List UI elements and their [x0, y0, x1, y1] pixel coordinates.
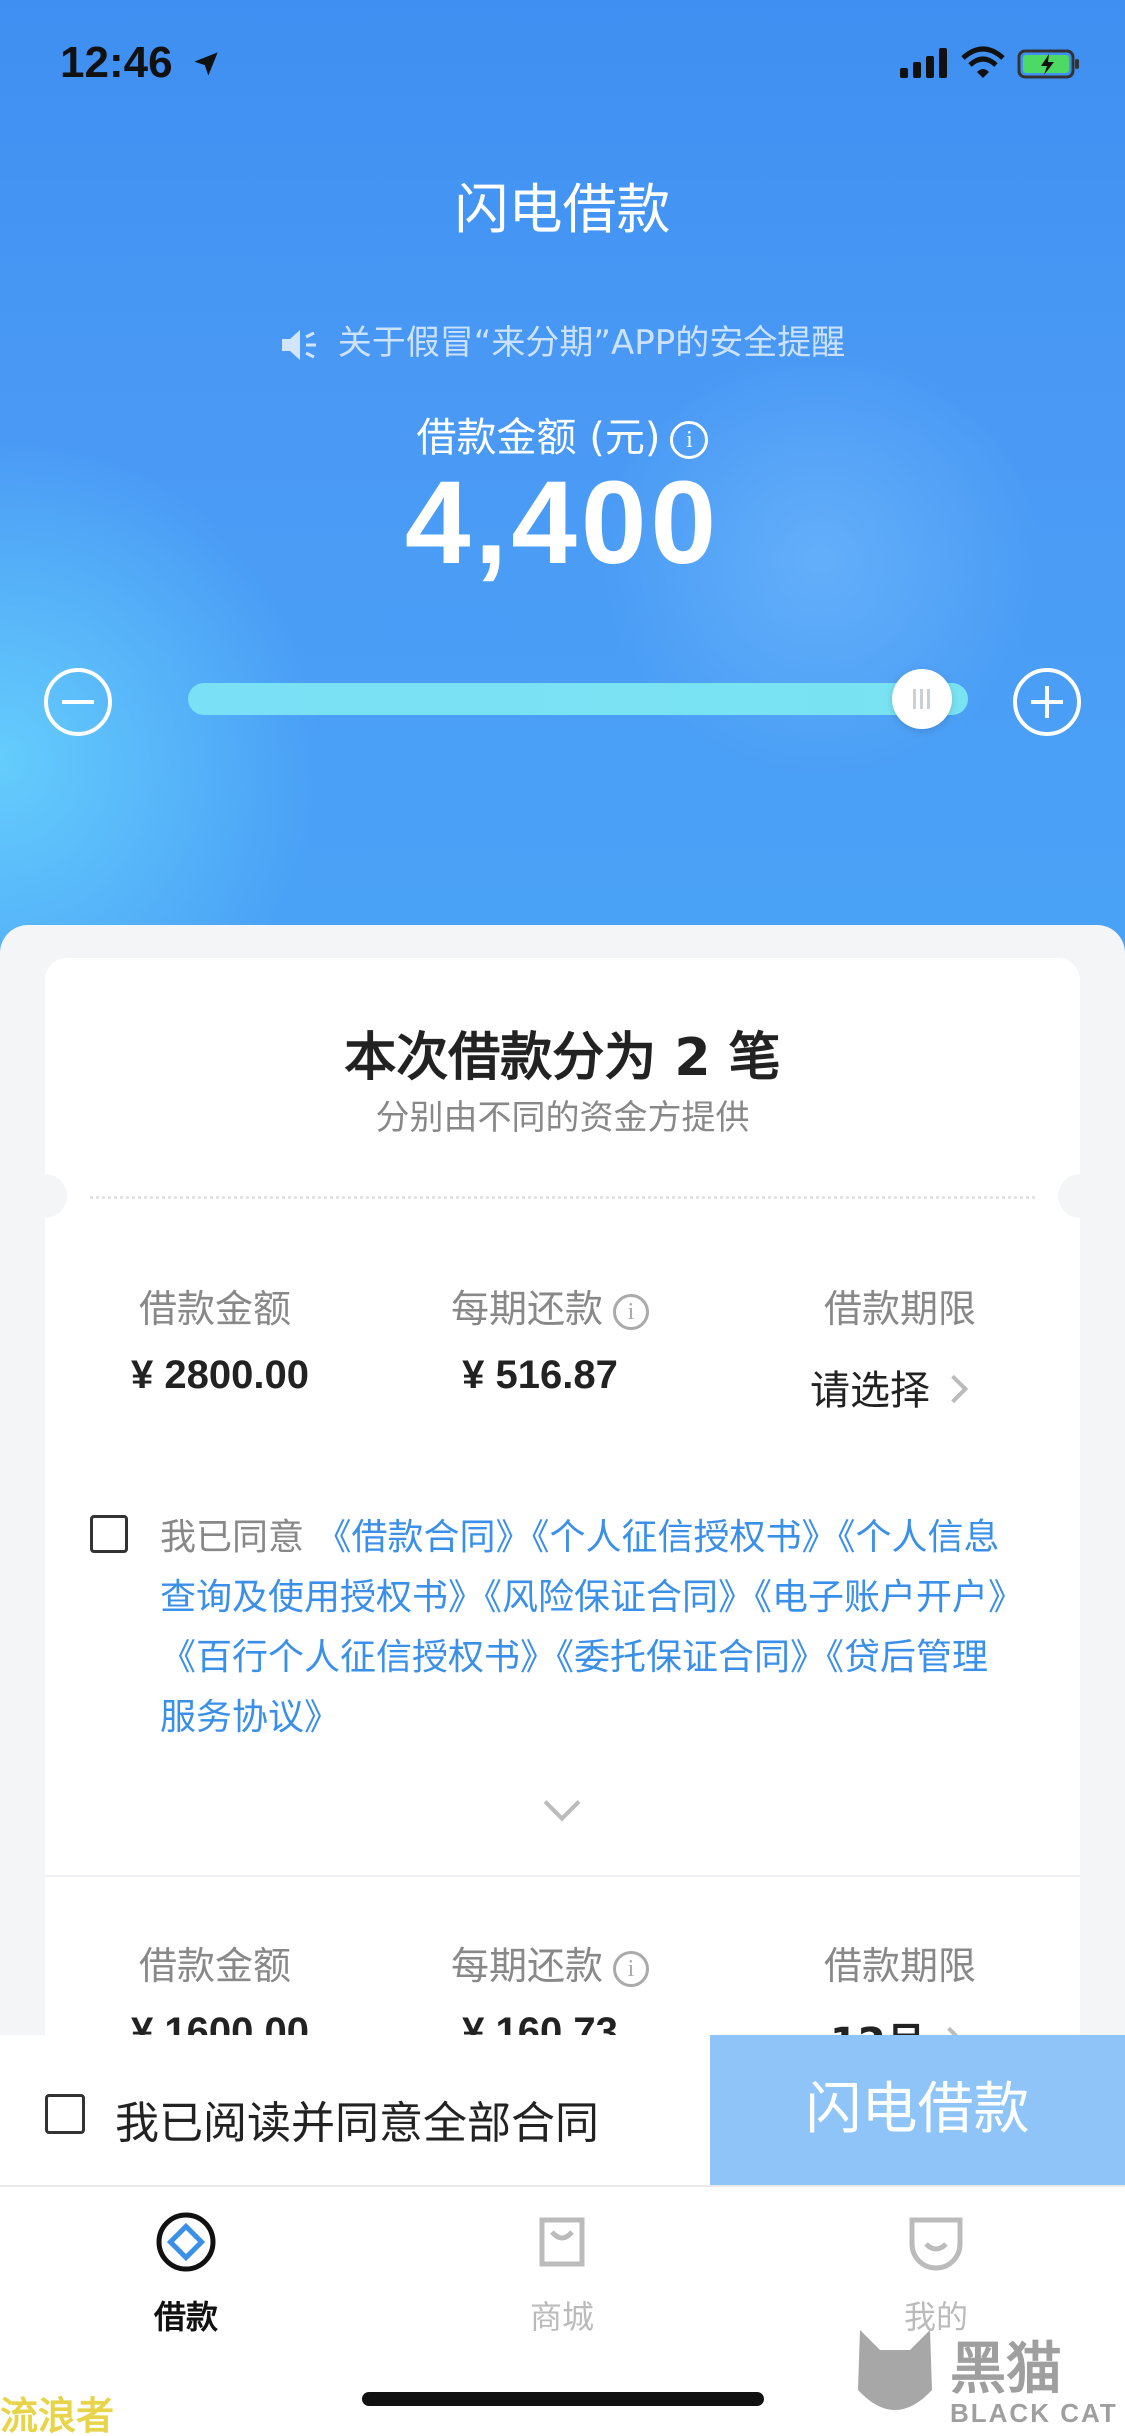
tab-loan[interactable]: 借款	[86, 2210, 286, 2338]
dashed-divider	[90, 1196, 1035, 1199]
loan2-term-label: 借款期限	[823, 1944, 976, 1988]
wifi-icon	[961, 46, 1005, 78]
term-select-label: 请选择	[810, 1368, 930, 1414]
notice-text: 关于假冒“来分期”APP的安全提醒	[337, 323, 846, 363]
card-notch-left	[23, 1174, 67, 1218]
increase-amount-button[interactable]	[1013, 668, 1081, 736]
agree-all-checkbox[interactable]	[45, 2094, 85, 2134]
cat-logo-icon	[858, 2330, 932, 2410]
tab-profile[interactable]: 我的	[836, 2210, 1036, 2338]
split-subtitle: 分别由不同的资金方提供	[375, 1098, 750, 1138]
speaker-icon	[281, 329, 316, 360]
location-arrow-icon	[194, 52, 218, 76]
info-icon[interactable]: i	[670, 421, 709, 459]
loan-amount: 4,400	[404, 457, 721, 589]
tab-shop[interactable]: 商城	[462, 2210, 662, 2338]
watermark-left: 流浪者	[0, 2394, 115, 2436]
loan-icon	[156, 2212, 216, 2272]
loan1-agree-checkbox[interactable]	[90, 1515, 128, 1553]
loan1-amount-value: ¥ 2800.00	[131, 1353, 309, 1397]
submit-loan-button[interactable]: 闪电借款	[710, 2035, 1125, 2185]
loan1-amount-label: 借款金额	[138, 1287, 291, 1331]
loan1-installment-label: 每期还款	[450, 1287, 603, 1331]
card-notch-right	[1058, 1174, 1102, 1218]
profile-icon	[909, 2217, 963, 2271]
split-title: 本次借款分为 2 笔	[344, 1028, 781, 1088]
agree-all-label[interactable]: 我已阅读并同意全部合同	[115, 2087, 599, 2151]
status-time: 12:46	[60, 38, 173, 87]
card-separator	[45, 1875, 1080, 1877]
agree-prefix: 我已同意	[160, 1517, 305, 1558]
info-icon[interactable]: i	[613, 1950, 649, 1987]
loan1-term-select[interactable]: 请选择	[810, 1358, 969, 1416]
tab-shop-label: 商城	[529, 2298, 594, 2336]
loan1-agreement-text: 我已同意 《借款合同》《个人征信授权书》《个人信息查询及使用授权书》《风险保证合…	[160, 1508, 1010, 1748]
tab-loan-label: 借款	[153, 2298, 218, 2336]
home-indicator	[362, 2392, 764, 2406]
loan2-installment-label: 每期还款	[450, 1944, 603, 1988]
blackcat-watermark: 黑猫 BLACK CAT	[850, 2320, 1120, 2430]
watermark-right-en: BLACK CAT	[950, 2398, 1118, 2428]
watermark-right-cn: 黑猫	[950, 2337, 1062, 2402]
amount-slider-handle[interactable]	[892, 669, 952, 729]
chevron-right-icon	[939, 1374, 969, 1404]
loan1-installment-label-row: 每期还款 i	[430, 1278, 670, 1333]
amount-slider-track[interactable]	[188, 683, 968, 715]
loan2-amount-label: 借款金额	[138, 1944, 291, 1988]
info-icon[interactable]: i	[613, 1293, 649, 1330]
loan2-installment-label-row: 每期还款 i	[430, 1935, 670, 1990]
page-title: 闪电借款	[454, 178, 671, 241]
decrease-amount-button[interactable]	[44, 668, 112, 736]
loan1-term-label: 借款期限	[823, 1287, 976, 1331]
status-bar: 12:46	[0, 38, 1125, 98]
security-notice[interactable]: 关于假冒“来分期”APP的安全提醒	[0, 315, 1125, 364]
cellular-signal-icon	[900, 48, 947, 78]
battery-charging-icon	[1017, 49, 1079, 79]
shop-icon	[539, 2217, 585, 2267]
loan1-installment-value: ¥ 516.87	[462, 1353, 618, 1397]
